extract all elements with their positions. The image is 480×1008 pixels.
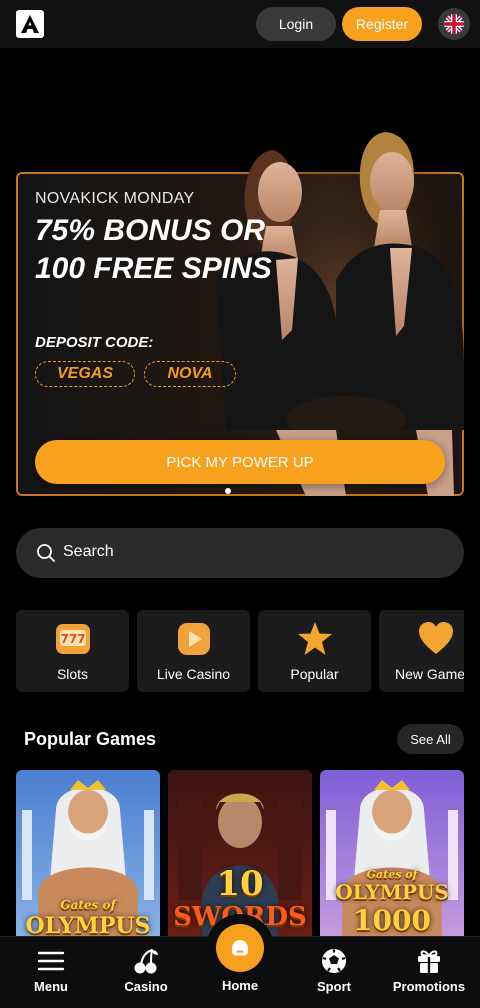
deposit-code-vegas[interactable]: VEGAS: [35, 361, 135, 387]
category-label: Slots: [56, 666, 89, 682]
home-icon: [232, 940, 248, 956]
nav-label: Menu: [34, 979, 68, 994]
language-selector[interactable]: [438, 8, 470, 40]
search-label: Search: [63, 543, 114, 560]
nav-casino[interactable]: Casino: [98, 937, 194, 1008]
popular-games-title: Popular Games: [24, 729, 157, 749]
category-label: Popular: [290, 666, 339, 682]
hamburger-icon: [37, 951, 65, 971]
search-icon: [37, 544, 55, 562]
banner-headline: 75% BONUS OR 100 FREE SPINS: [35, 212, 272, 288]
top-header: Login Register: [0, 0, 480, 48]
category-slots[interactable]: 777 Slots: [16, 610, 129, 692]
promo-banner[interactable]: NOVAKICK MONDAY 75% BONUS OR 100 FREE SP…: [16, 130, 464, 496]
banner-kicker: NOVAKICK MONDAY: [35, 190, 195, 207]
headline-line-2: 100 FREE SPINS: [35, 252, 272, 285]
category-label: New Games: [395, 666, 464, 682]
soccer-ball-icon: [322, 949, 346, 973]
pick-power-up-button[interactable]: PICK MY POWER UP: [35, 440, 445, 484]
play-icon: [178, 623, 210, 655]
carousel-dot-active[interactable]: [225, 488, 231, 494]
category-strip[interactable]: 777 Slots Live Casino Popular New Games: [16, 610, 464, 692]
star-icon: [298, 622, 332, 655]
search-bar[interactable]: Search: [16, 528, 464, 578]
cherries-icon: [134, 949, 158, 974]
headline-line-1: 75% BONUS OR: [35, 214, 266, 247]
login-button[interactable]: Login: [256, 7, 336, 41]
nav-label: Sport: [317, 979, 351, 994]
brand-logo-icon[interactable]: [16, 10, 44, 38]
game-title-line-1: Gates of: [60, 898, 116, 912]
uk-flag-icon: [444, 14, 464, 34]
nav-menu[interactable]: Menu: [3, 937, 99, 1008]
nav-sport[interactable]: Sport: [286, 937, 382, 1008]
gift-icon: [418, 950, 440, 973]
game-title-line-2: OLYMPUS: [335, 880, 449, 904]
game-tile-gates-of-olympus-1000[interactable]: Gates of OLYMPUS 1000: [320, 770, 464, 945]
game-title-line-1: 10: [216, 864, 264, 904]
nav-home-label[interactable]: Home: [192, 978, 288, 993]
see-all-button[interactable]: See All: [397, 724, 464, 754]
category-popular[interactable]: Popular: [258, 610, 371, 692]
nav-home[interactable]: [216, 924, 264, 972]
svg-text:777: 777: [60, 632, 85, 646]
nav-promotions[interactable]: Promotions: [381, 937, 477, 1008]
slot-machine-icon: 777: [56, 624, 90, 654]
logo-glyph: [21, 15, 39, 33]
nav-label: Casino: [124, 979, 168, 994]
heart-icon: [419, 622, 453, 654]
category-label: Live Casino: [156, 666, 231, 682]
game-title-line-3: 1000: [353, 904, 431, 937]
category-new-games[interactable]: New Games: [379, 610, 464, 692]
deposit-code-label: DEPOSIT CODE:: [35, 334, 154, 351]
game-tile-gates-of-olympus[interactable]: Gates of OLYMPUS: [16, 770, 160, 945]
nav-label: Promotions: [392, 979, 466, 994]
deposit-code-nova[interactable]: NOVA: [144, 361, 236, 387]
category-live-casino[interactable]: Live Casino: [137, 610, 250, 692]
register-button[interactable]: Register: [342, 7, 422, 41]
